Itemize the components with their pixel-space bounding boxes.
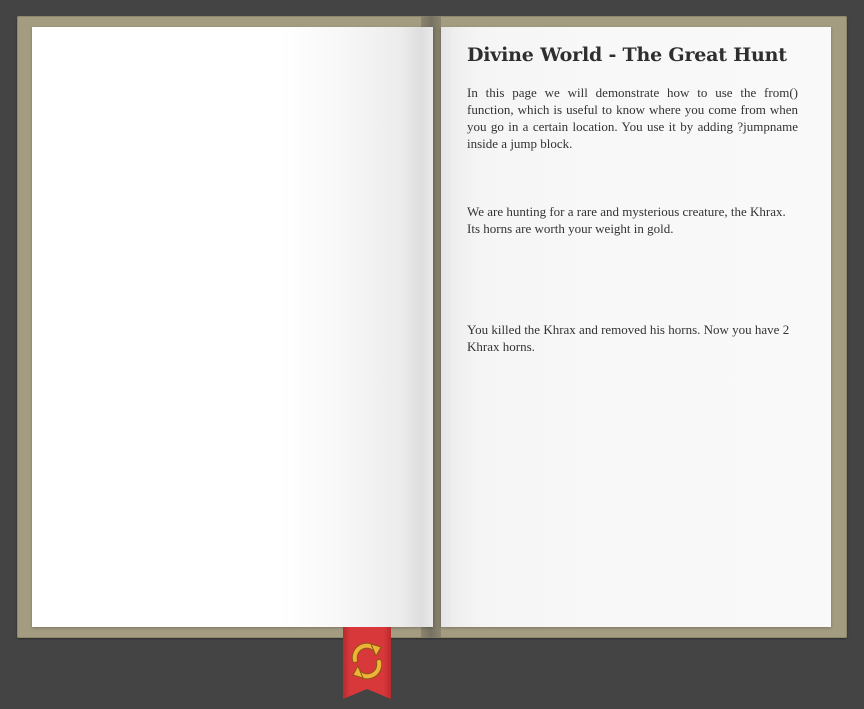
book: Divine World - The Great Hunt In this pa… — [17, 16, 847, 638]
page-title: Divine World - The Great Hunt — [467, 44, 787, 66]
story-paragraph-intro: In this page we will demonstrate how to … — [467, 85, 798, 151]
restart-bookmark-button[interactable] — [343, 627, 391, 699]
bookmark-ribbon — [343, 627, 391, 699]
right-page-content: Divine World - The Great Hunt In this pa… — [467, 43, 798, 355]
story-paragraph-result: You killed the Khrax and removed his hor… — [467, 322, 790, 354]
story-paragraph-hunt: We are hunting for a rare and mysterious… — [467, 204, 786, 236]
right-page: Divine World - The Great Hunt In this pa… — [441, 27, 831, 627]
left-page — [32, 27, 433, 627]
